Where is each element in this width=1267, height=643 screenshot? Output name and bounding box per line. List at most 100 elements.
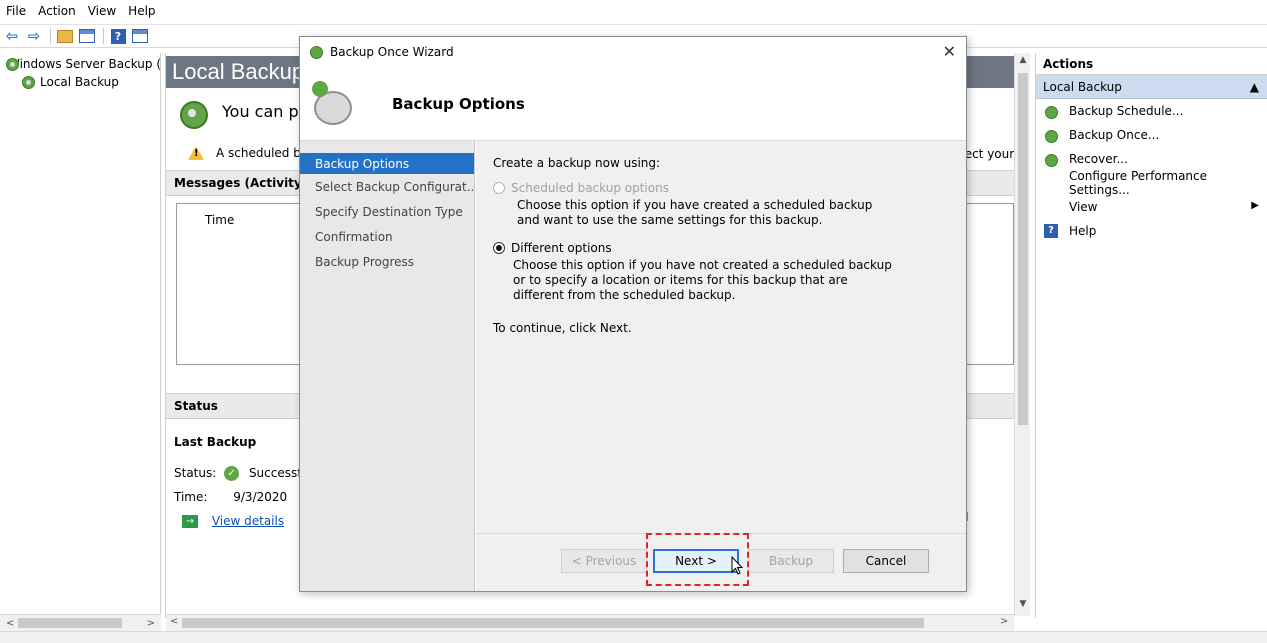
scroll-left-icon[interactable]: < (170, 616, 178, 627)
option-scheduled-description: Choose this option if you have created a… (517, 198, 966, 228)
scroll-left-icon[interactable]: < (6, 618, 14, 629)
view-details-row: → View details (182, 514, 284, 528)
action-label: Configure Performance Settings... (1069, 169, 1208, 197)
toolbar-separator (50, 28, 51, 44)
column-header-time[interactable]: Time (205, 213, 234, 227)
menu-file[interactable]: File (6, 4, 26, 18)
wizard-step-backup-progress[interactable]: Backup Progress (300, 249, 474, 274)
tree-item-label: Local Backup (40, 75, 119, 89)
option-different-description: Choose this option if you have not creat… (513, 258, 966, 303)
description-line: and want to use the same settings for th… (517, 213, 823, 227)
scrollbar-thumb[interactable] (1018, 73, 1028, 425)
help-icon[interactable]: ? (108, 27, 128, 45)
action-configure-performance[interactable]: Configure Performance Settings... (1036, 169, 1267, 197)
tree-item-windows-server-backup[interactable]: Windows Server Backup (L (0, 55, 160, 73)
action-label: Recover... (1069, 152, 1128, 166)
forward-arrow-icon[interactable]: ⇨ (24, 27, 44, 45)
dialog-title-bar[interactable]: Backup Once Wizard ✕ (300, 37, 966, 67)
status-row: Status: ✓ Successfu (174, 466, 309, 481)
action-label: View (1069, 200, 1098, 214)
wizard-step-destination-type[interactable]: Specify Destination Type (300, 199, 474, 224)
wizard-header: Backup Options (300, 67, 966, 141)
show-hide-action-pane-icon[interactable] (130, 27, 150, 45)
console-tree: Windows Server Backup (L Local Backup (0, 53, 161, 618)
scroll-right-icon[interactable]: > (1000, 616, 1008, 627)
recover-icon (1044, 152, 1058, 167)
wizard-content: Create a backup now using: Scheduled bac… (476, 141, 966, 533)
description-line: different from the scheduled backup. (513, 288, 736, 302)
action-backup-once[interactable]: Backup Once... (1036, 123, 1267, 147)
menu-action[interactable]: Action (38, 4, 76, 18)
tree-item-label: Windows Server Backup (L (8, 57, 160, 71)
menu-view[interactable]: View (88, 4, 116, 18)
view-details-link[interactable]: View details (212, 514, 284, 528)
collapse-up-icon[interactable]: ▲ (1250, 80, 1259, 94)
actions-section-local-backup[interactable]: Local Backup ▲ (1036, 75, 1267, 99)
action-label: Backup Once... (1069, 128, 1160, 142)
menu-bar: File Action View Help (0, 0, 1267, 22)
continue-text: To continue, click Next. (493, 321, 632, 335)
action-backup-schedule[interactable]: Backup Schedule... (1036, 99, 1267, 123)
wizard-step-select-configuration[interactable]: Select Backup Configurat... (300, 174, 474, 199)
backup-icon (174, 93, 210, 129)
scroll-up-icon[interactable]: ▲ (1015, 55, 1031, 69)
option-scheduled[interactable]: Scheduled backup options (493, 181, 966, 195)
close-icon[interactable]: ✕ (943, 42, 956, 61)
action-label: Backup Schedule... (1069, 104, 1184, 118)
wizard-steps-nav: Backup Options Select Backup Configurat.… (300, 141, 475, 591)
tree-horizontal-scrollbar[interactable]: < > (0, 614, 161, 631)
actions-section-label: Local Backup (1043, 79, 1122, 94)
warning-text-right: tect your (960, 147, 1015, 161)
scroll-right-icon[interactable]: > (147, 618, 155, 629)
backup-schedule-icon (1044, 104, 1058, 119)
toolbar-separator (103, 28, 104, 44)
backup-button[interactable]: Backup (748, 549, 834, 573)
wizard-heading: Backup Options (392, 94, 525, 113)
intro-text: Create a backup now using: (493, 156, 661, 170)
action-recover[interactable]: Recover... (1036, 147, 1267, 171)
option-scheduled-label: Scheduled backup options (511, 181, 669, 195)
wizard-step-confirmation[interactable]: Confirmation (300, 224, 474, 249)
time-label: Time: (174, 490, 208, 504)
wizard-step-backup-options[interactable]: Backup Options (300, 153, 474, 174)
scrollbar-thumb[interactable] (18, 618, 122, 628)
backup-icon (20, 75, 36, 89)
option-different-label: Different options (511, 241, 612, 255)
cancel-button[interactable]: Cancel (843, 549, 929, 573)
radio-scheduled[interactable] (493, 182, 505, 194)
option-different[interactable]: Different options (493, 241, 966, 255)
radio-different[interactable] (493, 242, 505, 254)
help-icon: ? (1044, 224, 1058, 238)
description-line: Choose this option if you have created a… (517, 198, 873, 212)
menu-help[interactable]: Help (128, 4, 155, 18)
warning-icon (188, 146, 204, 160)
show-hide-tree-icon[interactable] (77, 27, 97, 45)
dialog-title: Backup Once Wizard (330, 45, 454, 59)
up-folder-icon[interactable] (55, 27, 75, 45)
submenu-arrow-icon: ▶ (1251, 200, 1259, 211)
actions-header: Actions (1036, 53, 1267, 75)
action-view[interactable]: View ▶ (1036, 195, 1267, 219)
last-backup-label: Last Backup (174, 435, 257, 449)
action-label: Help (1069, 224, 1097, 238)
warning-text: A scheduled ba (216, 146, 309, 160)
mouse-cursor-icon (731, 556, 743, 575)
main-vertical-scrollbar[interactable]: ▲ ▼ (1014, 53, 1030, 616)
previous-button[interactable]: < Previous (561, 549, 647, 573)
tree-item-local-backup[interactable]: Local Backup (0, 73, 160, 91)
time-row: Time: 9/3/2020 (174, 490, 287, 504)
back-arrow-icon[interactable]: ⇦ (2, 27, 22, 45)
view-details-icon: → (182, 515, 198, 528)
scrollbar-thumb[interactable] (182, 618, 924, 628)
success-check-icon: ✓ (224, 466, 240, 481)
description-line: or to specify a location or items for th… (513, 273, 848, 287)
status-label: Status: (174, 466, 217, 480)
backup-disk-icon (310, 80, 356, 127)
backup-once-icon (1044, 128, 1058, 143)
backup-icon (308, 45, 324, 59)
backup-once-wizard-dialog: Backup Once Wizard ✕ Backup Options Back… (299, 36, 967, 592)
main-horizontal-scrollbar[interactable]: < > (166, 614, 1014, 631)
scroll-down-icon[interactable]: ▼ (1015, 599, 1031, 613)
action-help[interactable]: ? Help (1036, 219, 1267, 243)
description-line: Choose this option if you have not creat… (513, 258, 892, 272)
